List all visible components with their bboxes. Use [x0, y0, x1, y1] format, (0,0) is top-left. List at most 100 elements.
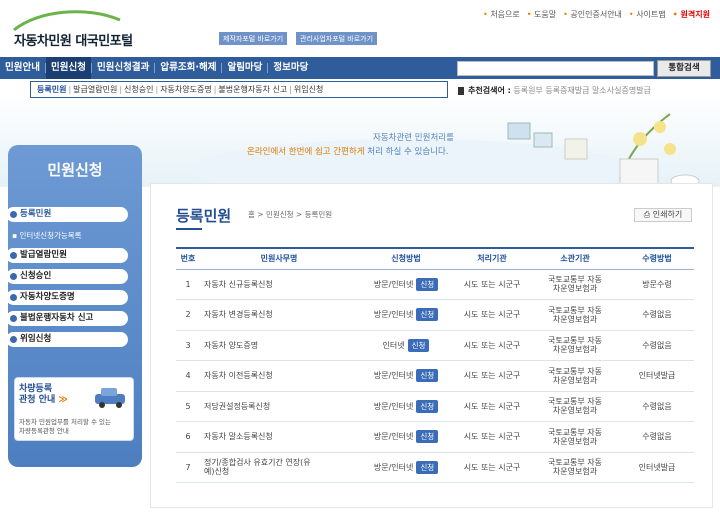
top-link-help[interactable]: 도움말 — [527, 9, 556, 20]
subnav-item-register[interactable]: 등록민원 — [35, 84, 68, 95]
row-service-name-text: 자동차 양도증명 — [204, 340, 259, 350]
top-link-remote[interactable]: 원격지원 — [673, 9, 710, 20]
subnav-item-approve[interactable]: 신청승인 — [122, 84, 155, 95]
row-service-name[interactable]: 저당권설정등록신청 — [200, 391, 358, 422]
table-body: 1 자동차 신규등록신청 방문/인터넷 신청 시도 또는 시군구 국토교통부 자동 차운영… — [176, 269, 694, 483]
site-logo[interactable]: 자동차민원 대국민포털 — [8, 8, 168, 50]
bullet-icon — [10, 315, 17, 322]
subnav-item-issue[interactable]: 발급열람민원 — [71, 84, 119, 95]
row-service-name-text: 자동차 변경등록신청 — [204, 310, 273, 320]
apply-button[interactable]: 신청 — [416, 308, 439, 322]
sidebar-item-label: 자동차양도증명 — [20, 292, 75, 302]
apply-button[interactable]: 신청 — [416, 399, 439, 413]
sidebar-item-approve[interactable]: 신청승인 — [6, 269, 128, 284]
apply-button[interactable]: 신청 — [416, 277, 439, 291]
page-title: 등록민원 — [176, 207, 232, 225]
apply-button[interactable]: 신청 — [407, 338, 430, 352]
header: 자동차민원 대국민포털 제작자포털 바로가기 관리사업자포털 바로가기 처음으로… — [0, 0, 720, 56]
sidebar-title: 민원신청 — [47, 161, 103, 179]
row-no: 6 — [176, 421, 200, 453]
row-service-name-text: 저당권설정등록신청 — [204, 401, 271, 411]
row-no: 7 — [176, 452, 200, 483]
row-receive: 수령없음 — [620, 421, 694, 453]
top-links: 처음으로 도움말 공인인증서안내 사이트맵 원격지원 — [483, 9, 710, 20]
row-method-text: 방문/인터넷 — [373, 432, 414, 442]
apply-button[interactable]: 신청 — [416, 430, 439, 444]
gnb-item-seizure[interactable]: 압류조회·해제 — [155, 57, 221, 79]
sidebar-item-label: 신청승인 — [20, 271, 52, 281]
row-method: 방문/인터넷 신청 — [358, 452, 454, 483]
sidebar-item-label: 발급열람민원 — [20, 250, 67, 260]
sidebar-item-delegate[interactable]: 위임신청 — [6, 332, 128, 347]
subnav-item-report[interactable]: 불법운행자동차 신고 — [216, 84, 289, 95]
row-receive: 인터넷발급 — [620, 360, 694, 392]
row-org-text: 국토교통부 자동 차운영보험과 — [547, 427, 603, 446]
row-proc: 시도 또는 시군구 — [454, 330, 530, 361]
row-method: 방문/인터넷 신청 — [358, 360, 454, 392]
top-link-cert[interactable]: 공인인증서안내 — [563, 9, 622, 20]
apply-button[interactable]: 신청 — [416, 369, 439, 383]
row-no: 3 — [176, 330, 200, 361]
gnb-item-info[interactable]: 정보마당 — [268, 57, 313, 79]
row-service-name-text: 정기/종합검사 유효기간 연장(유 예)신청 — [204, 458, 311, 477]
table-header-row: 번호 민원사무명 신청방법 처리기관 소관기관 수령방법 — [176, 247, 694, 270]
gnb-item-result[interactable]: 민원신청결과 — [92, 57, 154, 79]
row-method: 인터넷 신청 — [358, 330, 454, 361]
row-method: 방문/인터넷 신청 — [358, 391, 454, 422]
sidebar-item-register[interactable]: 등록민원 — [6, 207, 128, 222]
row-service-name[interactable]: 자동차 변경등록신청 — [200, 299, 358, 331]
search-button[interactable]: 통합검색 — [657, 60, 711, 77]
table-row: 6 자동차 말소등록신청 방문/인터넷 신청 시도 또는 시군구 국토교통부 자동 차운영… — [176, 421, 694, 453]
gnb-item-notice[interactable]: 알림마당 — [222, 57, 267, 79]
sidebar-item-issue[interactable]: 발급열람민원 — [6, 248, 128, 263]
row-receive: 수령없음 — [620, 299, 694, 331]
promo-title-text: 차량등록 관청 안내 — [19, 384, 56, 405]
row-service-name[interactable]: 자동차 말소등록신청 — [200, 421, 358, 453]
sidebar-item-report[interactable]: 불법운행자동차 신고 — [6, 311, 128, 326]
row-method-text: 방문/인터넷 — [373, 279, 414, 289]
gnb-item-apply[interactable]: 민원신청 — [45, 57, 91, 79]
subnav-item-delegate[interactable]: 위임신청 — [292, 84, 325, 95]
search-input[interactable] — [457, 61, 654, 76]
row-org: 국토교통부 자동 차운영보험과 — [530, 391, 620, 422]
print-label: 인쇄하기 — [652, 210, 683, 219]
row-service-name[interactable]: 자동차 양도증명 — [200, 330, 358, 361]
row-proc: 시도 또는 시군구 — [454, 421, 530, 453]
maker-portal-link[interactable]: 제작자포털 바로가기 — [219, 32, 288, 45]
registry-office-promo[interactable]: 차량등록 관청 안내 ≫ 자동차 민원업무를 처리할 수 있는 차량등록관청 안… — [14, 377, 134, 441]
row-method-text: 인터넷 — [382, 340, 405, 350]
promo-arrow: ≫ — [58, 395, 68, 405]
table-row: 7 정기/종합검사 유효기간 연장(유 예)신청 방문/인터넷 신청 시도 또는 시군구… — [176, 452, 694, 483]
sidebar-item-transfer[interactable]: 자동차양도증명 — [6, 290, 128, 305]
sidebar-subitem-internet[interactable]: ▪ 인터넷신청가능목록 — [12, 230, 82, 241]
row-method: 방문/인터넷 신청 — [358, 421, 454, 453]
row-service-name[interactable]: 자동차 신규등록신청 — [200, 269, 358, 300]
row-service-name[interactable]: 자동차 이전등록신청 — [200, 360, 358, 392]
subnav-item-transfer[interactable]: 자동차양도증명 — [158, 84, 214, 95]
print-button[interactable]: ⎙ 인쇄하기 — [634, 208, 692, 222]
banner-line1: 자동차관련 민원처리를 — [373, 133, 454, 143]
printer-icon: ⎙ — [643, 210, 653, 219]
banner-line2-b: 처리 하실 수 있습니다. — [367, 147, 449, 157]
sidebar-item-label: 위임신청 — [20, 334, 52, 344]
row-no: 2 — [176, 299, 200, 331]
row-proc: 시도 또는 시군구 — [454, 299, 530, 331]
row-proc: 시도 또는 시군구 — [454, 360, 530, 392]
business-portal-link[interactable]: 관리사업자포털 바로가기 — [296, 32, 378, 45]
row-proc: 시도 또는 시군구 — [454, 391, 530, 422]
gnb-item-guide[interactable]: 민원안내 — [0, 57, 45, 79]
top-link-sitemap[interactable]: 사이트맵 — [629, 9, 665, 20]
apply-button[interactable]: 신청 — [416, 460, 439, 474]
table-row: 5 저당권설정등록신청 방문/인터넷 신청 시도 또는 시군구 국토교통부 자동 차운영보… — [176, 391, 694, 422]
top-link-home[interactable]: 처음으로 — [483, 9, 519, 20]
row-proc: 시도 또는 시군구 — [454, 269, 530, 300]
title-underline — [176, 228, 202, 230]
row-method-text: 방문/인터넷 — [373, 401, 414, 411]
bullet-icon — [10, 294, 17, 301]
row-receive: 수령없음 — [620, 391, 694, 422]
row-service-name[interactable]: 정기/종합검사 유효기간 연장(유 예)신청 — [200, 452, 358, 483]
row-service-name-text: 자동차 말소등록신청 — [204, 432, 273, 442]
sidebar-item-label: 등록민원 — [20, 209, 52, 219]
sidebar-subitem-label: 인터넷신청가능목록 — [19, 231, 82, 240]
recommended-terms[interactable]: 등록원부 등록증재발급 말소사실증명발급 — [513, 86, 651, 95]
